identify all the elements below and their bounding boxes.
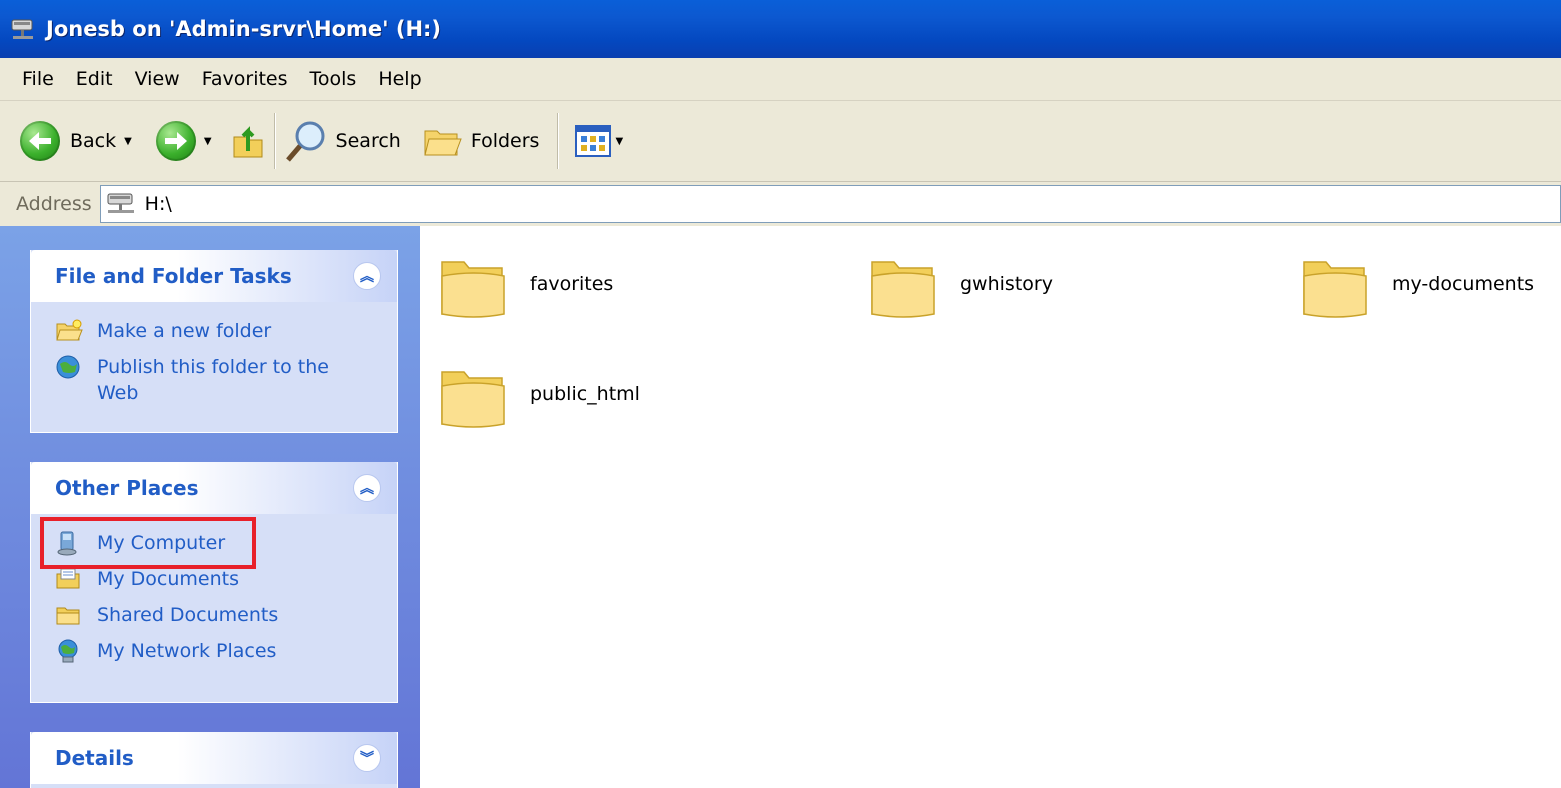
my-documents-icon — [55, 566, 83, 592]
menu-file[interactable]: File — [0, 58, 65, 100]
menu-tools[interactable]: Tools — [299, 58, 368, 100]
expand-chevron-down-icon[interactable]: ︾ — [353, 744, 381, 772]
up-folder-button[interactable] — [230, 111, 266, 171]
folder-name: favorites — [530, 273, 614, 295]
toolbar-separator — [557, 113, 560, 169]
network-drive-icon — [107, 193, 134, 213]
folders-icon — [424, 130, 462, 156]
folder-name: gwhistory — [960, 273, 1053, 295]
network-places-icon — [55, 638, 83, 664]
menu-help[interactable]: Help — [367, 58, 432, 100]
collapse-chevron-up-icon[interactable]: ︽ — [353, 474, 381, 502]
views-icon — [575, 125, 612, 157]
task-make-new-folder[interactable]: Make a new folder — [31, 312, 397, 348]
views-dropdown-icon[interactable]: ▼ — [615, 136, 623, 147]
forward-arrow-icon — [155, 121, 196, 161]
details-header[interactable]: Details ︾ — [31, 732, 397, 784]
panel-title: Other Places — [55, 476, 199, 500]
menu-bar: File Edit View Favorites Tools Help — [0, 58, 1561, 101]
address-label: Address — [16, 193, 92, 215]
folders-button[interactable]: Folders — [423, 111, 540, 171]
file-list-view[interactable]: favorites gwhistory my-documents public_… — [420, 226, 1561, 788]
up-folder-icon — [233, 126, 263, 158]
search-label: Search — [335, 130, 401, 152]
network-drive-icon — [10, 16, 38, 42]
folder-icon — [868, 248, 940, 320]
back-button[interactable]: Back ▼ — [20, 111, 132, 171]
address-input[interactable]: H:\ — [99, 185, 1561, 223]
publish-web-globe-icon — [55, 354, 83, 380]
menu-view[interactable]: View — [124, 58, 191, 100]
back-arrow-icon — [20, 121, 60, 161]
address-bar: Address H:\ — [0, 182, 1561, 226]
toolbar: Back ▼ ▼ Search Folders ▼ — [0, 101, 1561, 182]
task-pane: File and Folder Tasks ︽ Make a new folde… — [0, 226, 420, 788]
other-places-header[interactable]: Other Places ︽ — [31, 462, 397, 514]
panel-title: File and Folder Tasks — [55, 264, 292, 288]
folder-icon — [438, 248, 510, 320]
shared-documents-folder-icon — [55, 602, 83, 628]
folder-name: my-documents — [1392, 273, 1535, 295]
address-value: H:\ — [144, 193, 172, 215]
other-places-panel: Other Places ︽ My Computer My Documents … — [30, 462, 398, 703]
menu-edit[interactable]: Edit — [65, 58, 124, 100]
folder-icon — [1300, 248, 1372, 320]
back-label: Back — [70, 130, 117, 152]
file-folder-tasks-header[interactable]: File and Folder Tasks ︽ — [31, 250, 397, 302]
panel-title: Details — [55, 746, 134, 770]
menu-favorites[interactable]: Favorites — [191, 58, 299, 100]
search-button[interactable]: Search — [284, 111, 401, 171]
folder-icon — [438, 358, 510, 430]
folder-item[interactable]: my-documents — [1300, 248, 1534, 320]
folders-label: Folders — [470, 130, 540, 152]
folder-name: public_html — [530, 383, 640, 405]
collapse-chevron-up-icon[interactable]: ︽ — [353, 262, 381, 290]
new-folder-icon — [55, 318, 83, 344]
task-publish-folder[interactable]: Publish this folder to the Web — [31, 348, 397, 410]
folder-item[interactable]: public_html — [438, 358, 640, 430]
title-bar[interactable]: Jonesb on 'Admin-srvr\Home' (H:) — [0, 0, 1561, 58]
views-button[interactable]: ▼ — [575, 111, 623, 171]
place-shared-documents[interactable]: Shared Documents — [31, 596, 397, 632]
folder-item[interactable]: gwhistory — [868, 248, 1053, 320]
back-dropdown-icon[interactable]: ▼ — [124, 136, 132, 147]
file-folder-tasks-panel: File and Folder Tasks ︽ Make a new folde… — [30, 250, 398, 433]
highlight-box — [40, 517, 256, 569]
folder-item[interactable]: favorites — [438, 248, 613, 320]
place-my-network-places[interactable]: My Network Places — [31, 632, 397, 668]
window-title: Jonesb on 'Admin-srvr\Home' (H:) — [46, 17, 442, 41]
search-icon — [285, 121, 325, 162]
toolbar-separator — [273, 113, 276, 169]
details-panel: Details ︾ — [30, 732, 398, 788]
forward-button[interactable]: ▼ — [155, 111, 212, 171]
forward-dropdown-icon[interactable]: ▼ — [204, 136, 212, 147]
